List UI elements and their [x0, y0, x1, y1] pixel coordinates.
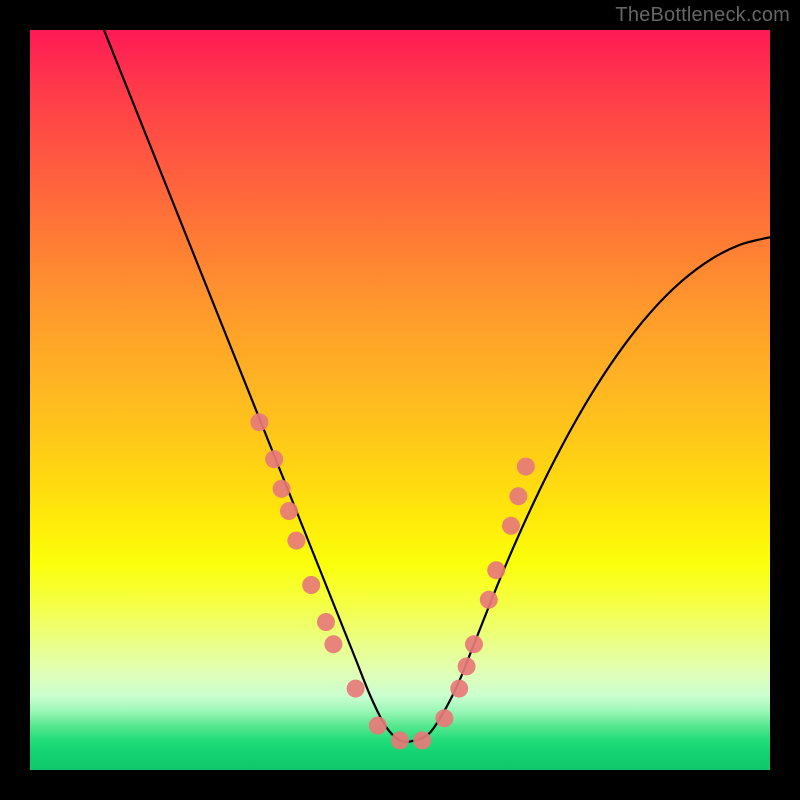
bottleneck-curve [104, 30, 770, 742]
watermark-text: TheBottleneck.com [615, 4, 790, 27]
marker-dot [265, 450, 283, 468]
bottleneck-curve-path [104, 30, 770, 742]
plot-area [30, 30, 770, 770]
marker-dot [391, 731, 409, 749]
marker-dot [509, 487, 527, 505]
marker-dot [435, 709, 453, 727]
marker-dot [458, 657, 476, 675]
marker-dot [369, 717, 387, 735]
marker-dot [465, 635, 483, 653]
marker-dot [413, 731, 431, 749]
marker-dot [324, 635, 342, 653]
curve-layer [30, 30, 770, 770]
marker-dot [347, 680, 365, 698]
marker-dot [250, 413, 268, 431]
marker-dot [273, 480, 291, 498]
marker-dot [450, 680, 468, 698]
marker-dot [280, 502, 298, 520]
marker-dot [317, 613, 335, 631]
marker-dot [287, 532, 305, 550]
marker-dot [480, 591, 498, 609]
marker-dot [302, 576, 320, 594]
marker-dot [517, 458, 535, 476]
chart-stage: TheBottleneck.com [0, 0, 800, 800]
marker-dot [502, 517, 520, 535]
marker-dot [487, 561, 505, 579]
marker-dots [250, 413, 534, 749]
